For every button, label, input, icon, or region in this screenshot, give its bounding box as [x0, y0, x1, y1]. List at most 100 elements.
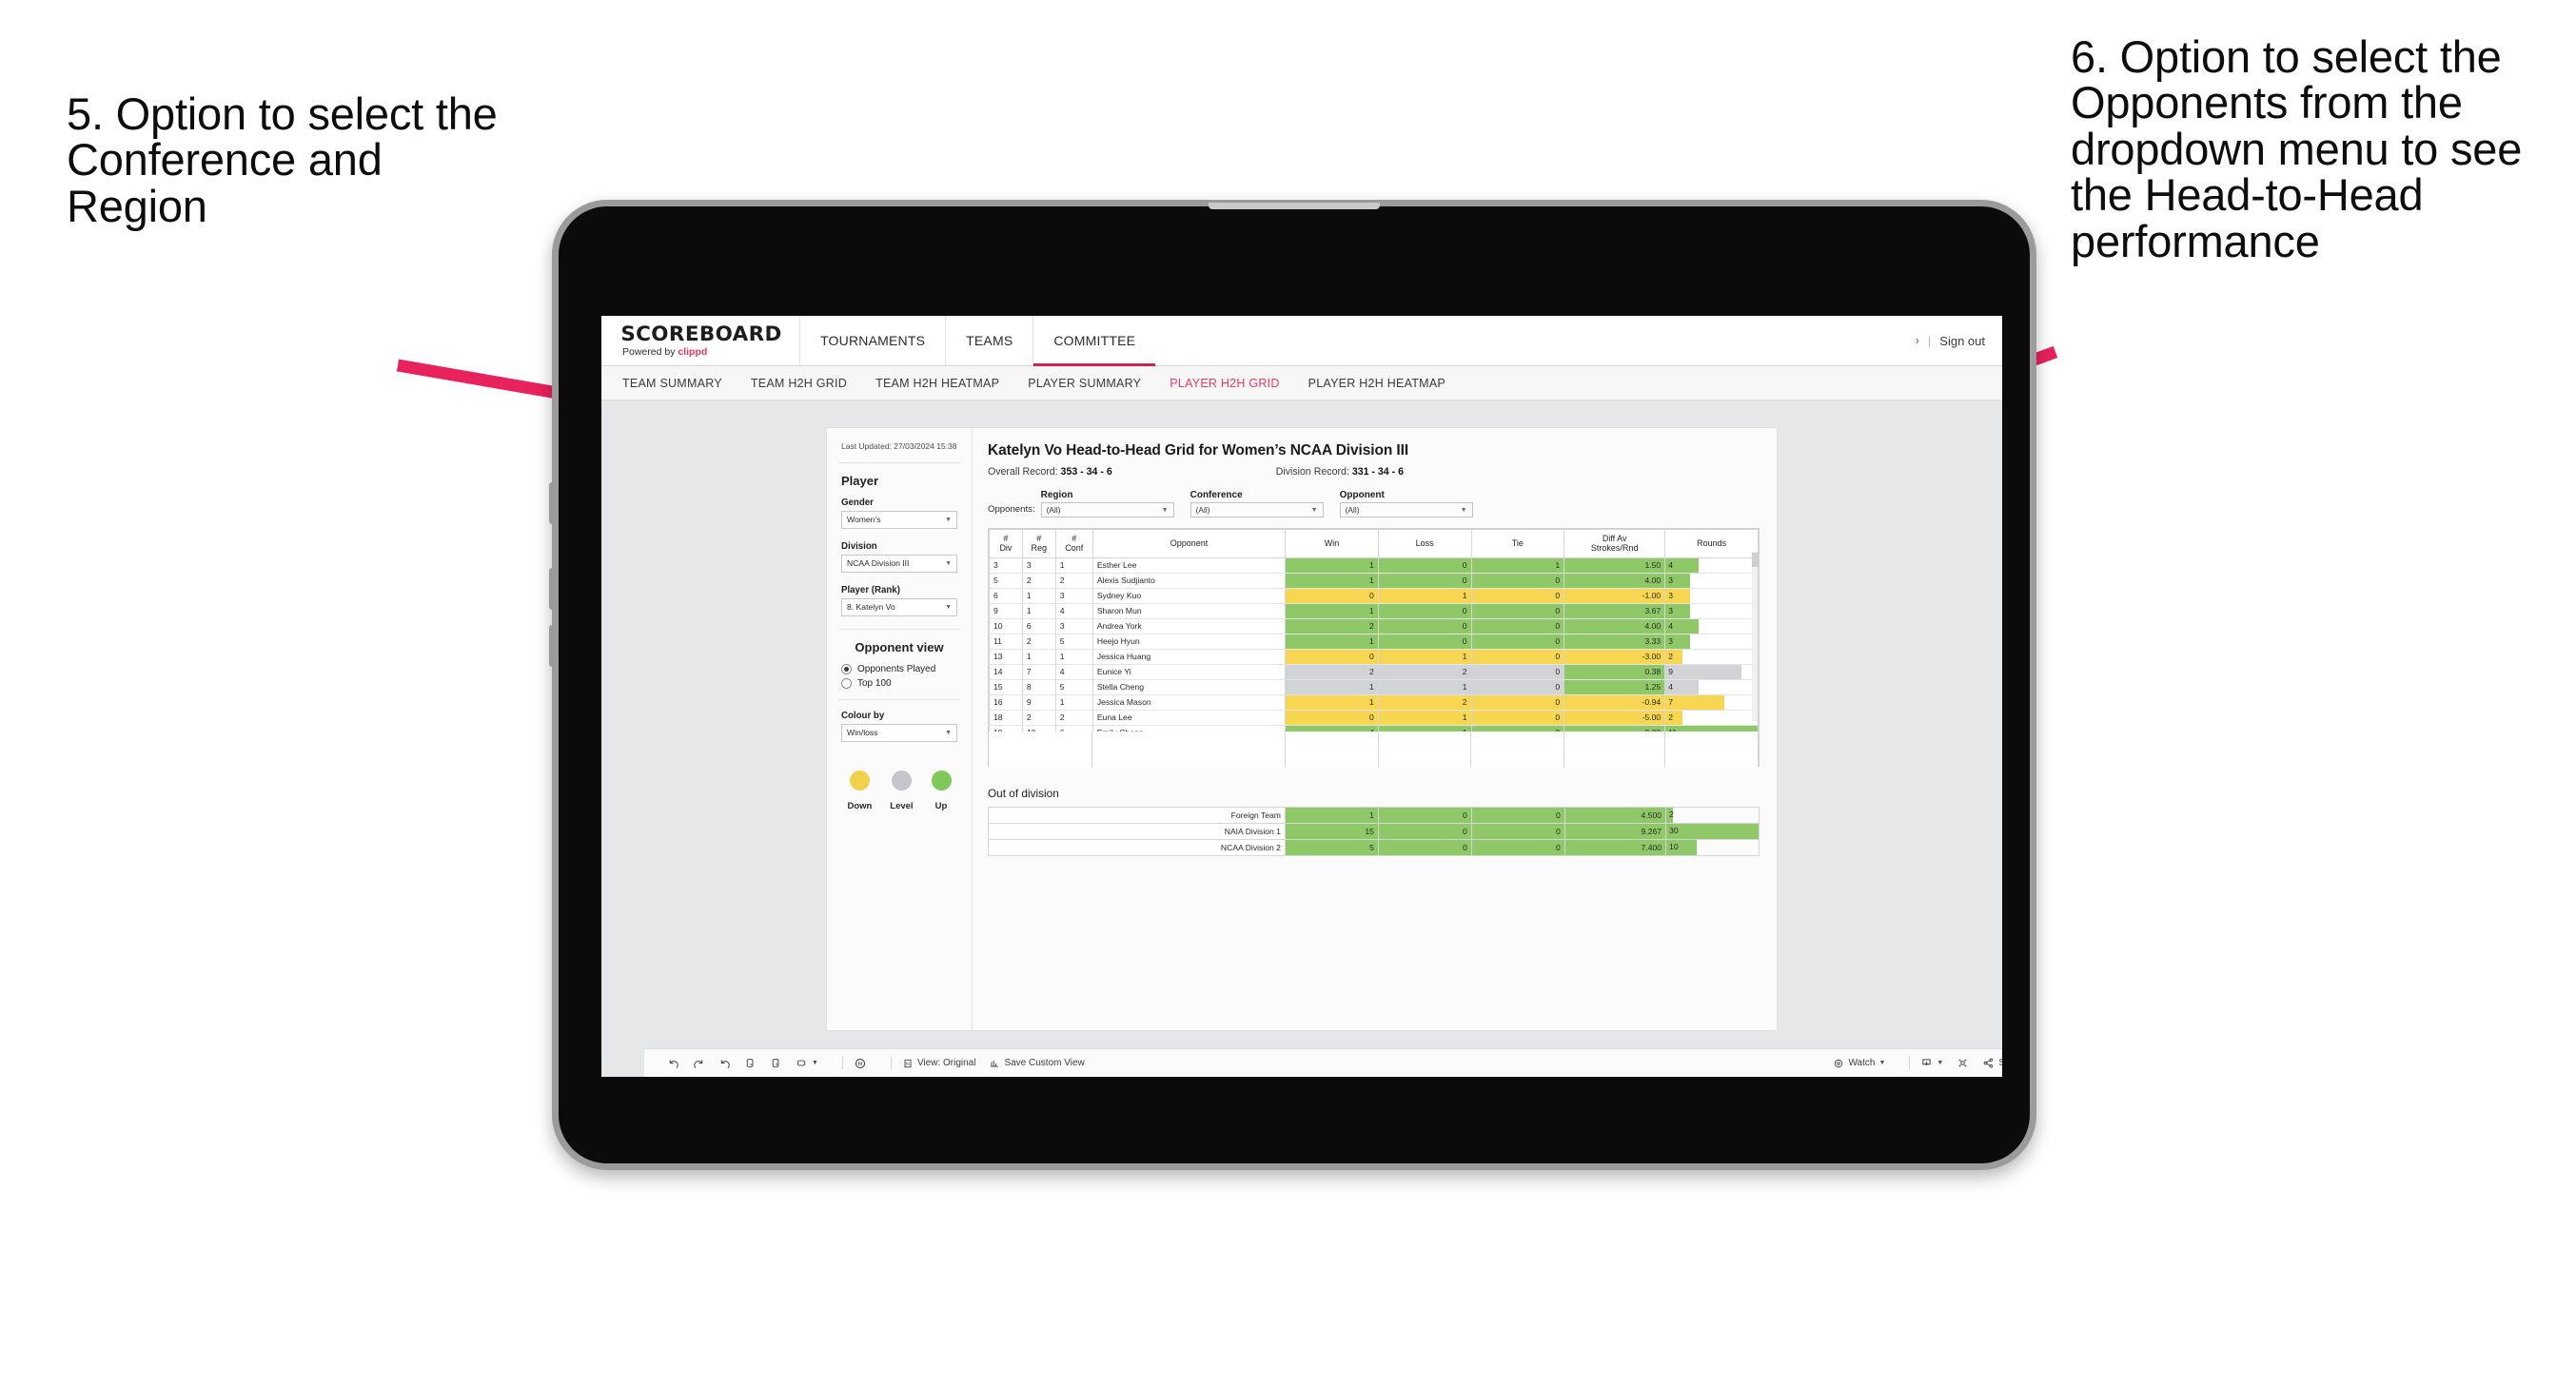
filler-cell [1284, 731, 1379, 768]
h2h-grid-body[interactable]: 3 3 1 Esther Lee 1 0 1 1.50 4 5 2 2 Alexis Sudjianto… [989, 557, 1759, 732]
device-layout-icon[interactable]: ▼ [796, 1057, 818, 1069]
table-row[interactable]: 13 1 1 Jessica Huang 0 1 0 -3.00 2 [989, 649, 1759, 665]
col-diff: Diff Av Strokes/Rnd [1563, 529, 1666, 558]
cell-div: 13 [989, 649, 1023, 665]
radio-opponents-played[interactable]: Opponents Played [841, 663, 957, 674]
table-row[interactable]: 6 1 3 Sydney Kuo 0 1 0 -1.00 3 [989, 588, 1759, 604]
chevron-right-icon[interactable]: › [1916, 334, 1919, 347]
nav-tournaments[interactable]: TOURNAMENTS [799, 316, 945, 365]
tab-player-h2h-grid[interactable]: PLAYER H2H GRID [1170, 377, 1279, 390]
cell-reg: 3 [1021, 557, 1056, 574]
region-select[interactable]: (All) ▼ [1040, 502, 1174, 517]
table-row[interactable]: Foreign Team 1 0 0 4.500 2 [988, 806, 1760, 824]
cell-div: 14 [989, 664, 1023, 680]
legend-item-level: Level [890, 770, 914, 811]
cell-diff: -5.00 [1563, 710, 1666, 726]
tab-player-h2h-heatmap[interactable]: PLAYER H2H HEATMAP [1308, 377, 1445, 390]
pause-auto-update-icon[interactable] [770, 1057, 782, 1069]
cell-opponent: Andrea York [1091, 618, 1287, 634]
cell-rounds: 2 [1664, 710, 1759, 726]
cell-div: 3 [989, 557, 1023, 574]
main-panel: Katelyn Vo Head-to-Head Grid for Women’s… [973, 428, 1777, 1030]
table-row[interactable]: 14 7 4 Eunice Yi 2 2 0 0.38 9 [989, 664, 1759, 680]
col-reg: # Reg [1021, 529, 1056, 558]
table-row[interactable]: 16 9 1 Jessica Mason 1 2 0 -0.94 7 [989, 694, 1759, 711]
opponent-select[interactable]: (All) ▼ [1339, 502, 1473, 517]
cell-rounds: 7 [1664, 694, 1759, 711]
tab-team-summary[interactable]: TEAM SUMMARY [622, 377, 722, 390]
chevron-down-icon: ▼ [945, 603, 952, 611]
gender-select[interactable]: Women’s ▼ [841, 510, 957, 529]
tablet-volume-up-button[interactable] [549, 568, 554, 610]
cell-conf: 5 [1054, 679, 1093, 695]
player-rank-select[interactable]: 8. Katelyn Vo ▼ [841, 597, 957, 616]
grid-scrollbar-thumb[interactable] [1752, 553, 1758, 567]
share-button[interactable]: Share [1982, 1057, 2002, 1069]
cell-loss: 0 [1377, 573, 1472, 589]
refresh-data-icon[interactable] [744, 1057, 757, 1069]
revert-icon[interactable] [718, 1057, 731, 1069]
cell-reg: 2 [1021, 573, 1056, 589]
cell-conf: 1 [1054, 649, 1093, 665]
division-select[interactable]: NCAA Division III ▼ [841, 554, 957, 573]
cell-opponent: Euna Lee [1091, 710, 1287, 726]
cell-diff: -3.00 [1563, 649, 1666, 665]
brand-logo[interactable]: SCOREBOARD Powered by clippd [601, 316, 799, 365]
sign-out-link[interactable]: Sign out [1939, 334, 1985, 348]
cell-rounds-value: 3 [1668, 635, 1673, 646]
cell-rounds-value: 3 [1668, 590, 1673, 600]
tab-player-summary[interactable]: PLAYER SUMMARY [1028, 377, 1141, 390]
sidebar-divider-1 [838, 461, 960, 463]
tab-team-h2h-heatmap[interactable]: TEAM H2H HEATMAP [875, 377, 999, 390]
legend-label-level: Level [890, 800, 914, 811]
cell-rounds-value: 2 [1669, 810, 1674, 820]
cell-rounds: 4 [1664, 557, 1759, 574]
view-original-button[interactable]: View: Original [902, 1058, 975, 1069]
table-row[interactable]: 9 1 4 Sharon Mun 1 0 0 3.67 3 [989, 603, 1759, 619]
cell-win: 0 [1285, 649, 1379, 665]
cell-win: 1 [1285, 557, 1379, 574]
overall-record-label: Overall Record: [988, 466, 1061, 478]
radio-top-100[interactable]: Top 100 [841, 677, 957, 689]
grid-scrollbar-track[interactable] [1752, 552, 1758, 721]
nav-teams[interactable]: TEAMS [945, 316, 1032, 365]
pause-icon[interactable] [854, 1057, 867, 1070]
download-button[interactable]: ▼ [1920, 1057, 1943, 1069]
opponents-label: Opponents: [988, 504, 1035, 515]
tablet-volume-down-button[interactable] [549, 625, 554, 667]
gender-value: Women’s [847, 515, 881, 525]
col-reg-line2: Reg [1031, 543, 1048, 554]
save-custom-view-button[interactable]: Save Custom View [989, 1058, 1085, 1069]
filters-sidebar: Last Updated: 27/03/2024 15:38 Player Ge… [827, 428, 973, 1030]
table-row[interactable]: 10 6 3 Andrea York 2 0 0 4.00 4 [989, 618, 1759, 634]
conference-select[interactable]: (All) ▼ [1190, 502, 1324, 517]
cell-reg: 8 [1021, 679, 1056, 695]
table-row[interactable]: 3 3 1 Esther Lee 1 0 1 1.50 4 [989, 557, 1759, 574]
filter-conference-label: Conference [1190, 490, 1243, 500]
undo-icon[interactable] [667, 1057, 679, 1069]
table-row[interactable]: 18 2 2 Euna Lee 0 1 0 -5.00 2 [989, 710, 1759, 726]
colour-by-select[interactable]: Win/loss ▼ [841, 723, 957, 742]
fullscreen-button[interactable] [1957, 1057, 1969, 1069]
table-row[interactable]: NCAA Division 2 5 0 0 7.400 10 [988, 838, 1760, 856]
tablet-power-button[interactable] [549, 482, 554, 524]
cell-reg: 7 [1021, 664, 1056, 680]
redo-icon[interactable] [693, 1057, 705, 1069]
cell-opponent: Alexis Sudjianto [1091, 573, 1287, 589]
h2h-grid-filler-table [989, 731, 1759, 768]
legend-label-down: Down [847, 800, 873, 811]
brand-title: SCOREBOARD [620, 322, 782, 345]
cell-div: 16 [989, 694, 1023, 711]
nav-committee[interactable]: COMMITTEE [1032, 316, 1155, 366]
table-row[interactable]: 11 2 5 Heejo Hyun 1 0 0 3.33 3 [989, 634, 1759, 650]
gender-label: Gender [841, 497, 874, 508]
tab-team-h2h-grid[interactable]: TEAM H2H GRID [751, 377, 847, 390]
cell-opponent: Jessica Mason [1091, 694, 1287, 711]
cell-rounds: 4 [1664, 618, 1759, 634]
table-row[interactable]: 5 2 2 Alexis Sudjianto 1 0 0 4.00 3 [989, 573, 1759, 589]
table-row[interactable]: NAIA Division 1 15 0 0 9.267 30 [988, 822, 1760, 840]
watch-button[interactable]: Watch ▼ [1833, 1058, 1885, 1069]
toolbar-divider-2 [890, 1057, 892, 1069]
division-value: NCAA Division III [847, 558, 910, 569]
table-row[interactable]: 15 8 5 Stella Cheng 1 1 0 1.25 4 [989, 679, 1759, 695]
